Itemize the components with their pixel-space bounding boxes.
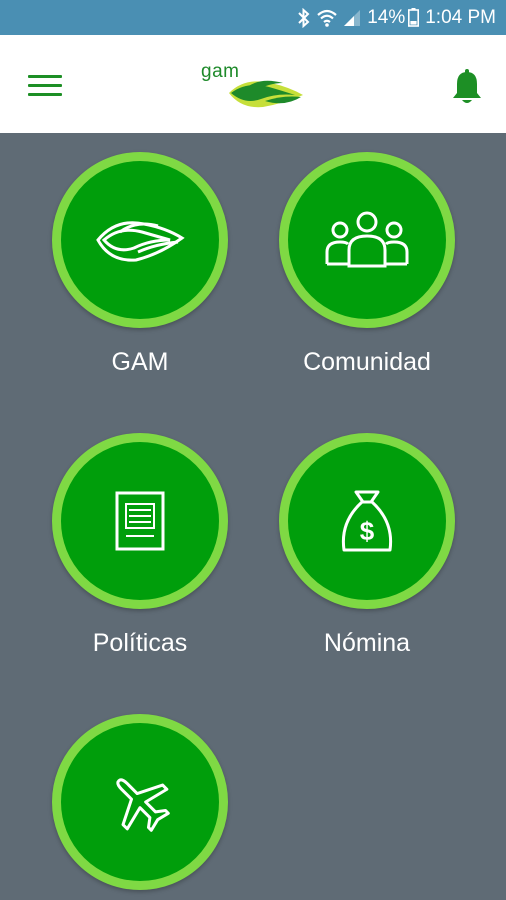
- tile-gam-label: GAM: [111, 348, 169, 376]
- status-bar: 14% 1:04 PM: [0, 0, 506, 35]
- app-header: gam: [0, 35, 506, 133]
- airplane-icon: [116, 778, 170, 832]
- svg-text:$: $: [360, 516, 375, 546]
- logo-mark-icon: [229, 80, 303, 108]
- wifi-icon: [317, 9, 337, 27]
- tile-comunidad-label: Comunidad: [303, 348, 431, 376]
- tile-politicas-circle[interactable]: [52, 433, 228, 609]
- document-icon: [115, 491, 165, 551]
- signal-icon: [343, 9, 361, 27]
- battery-icon: [408, 8, 420, 27]
- money-bag-icon: $: [341, 490, 393, 552]
- tile-gam-circle[interactable]: [52, 152, 228, 328]
- bluetooth-icon: [297, 7, 311, 28]
- clock: 1:04 PM: [425, 6, 496, 28]
- gam-logo: gam: [197, 55, 309, 115]
- hamburger-menu-icon[interactable]: [28, 75, 64, 97]
- tile-nomina-circle[interactable]: $: [279, 433, 455, 609]
- bell-icon[interactable]: [450, 69, 484, 105]
- battery-percent: 14%: [367, 6, 406, 28]
- gam-logo-icon: [96, 221, 185, 262]
- tile-politicas-label: Políticas: [92, 629, 188, 657]
- tile-nomina-label: Nómina: [323, 629, 411, 657]
- tile-viajes-circle[interactable]: [52, 714, 228, 890]
- tile-comunidad-circle[interactable]: [279, 152, 455, 328]
- people-group-icon: [325, 211, 409, 268]
